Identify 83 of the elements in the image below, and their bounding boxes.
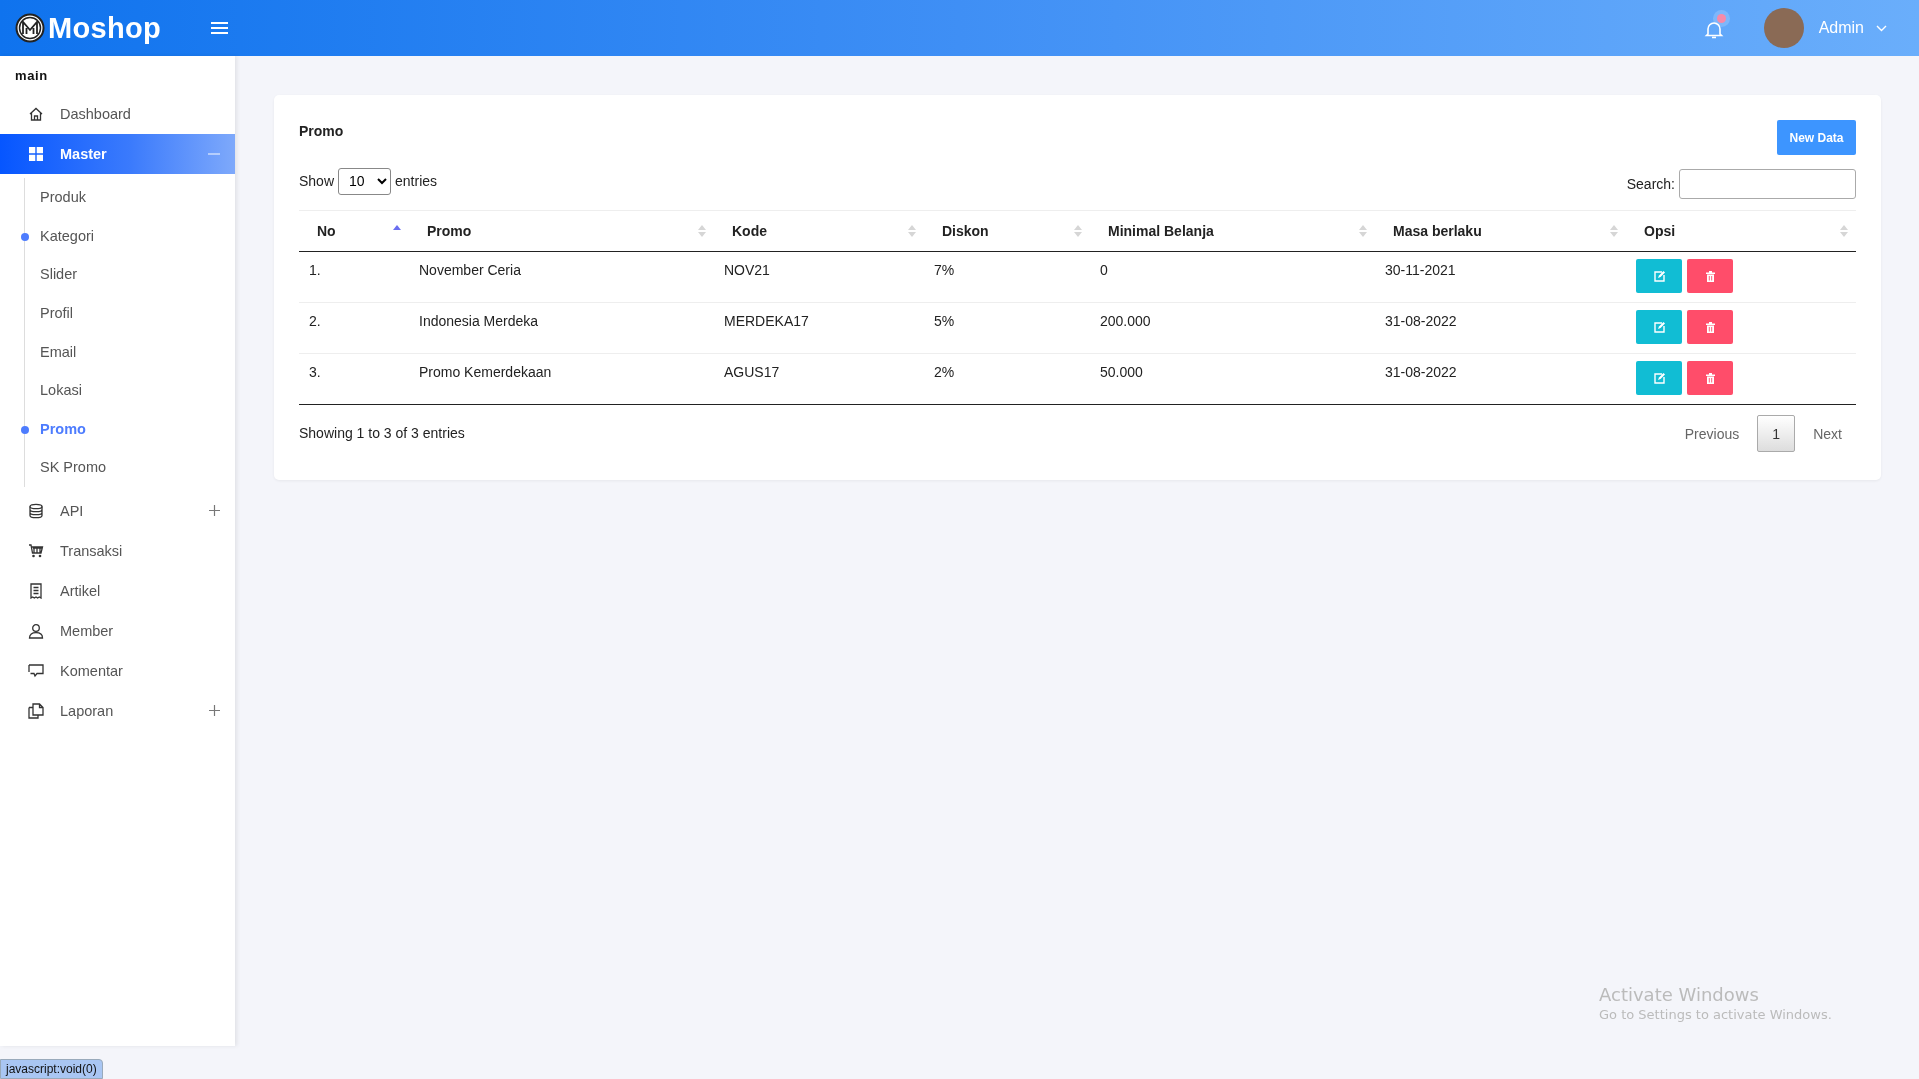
chevron-down-icon[interactable] [1876,24,1887,32]
submenu-item[interactable]: SK Promo [40,459,107,476]
avatar[interactable] [1763,8,1804,48]
column-header[interactable]: No [299,210,409,252]
table-cell: 50.000 [1100,364,1143,380]
submenu-item[interactable]: Produk [40,189,86,206]
logo-icon [15,13,45,43]
column-header[interactable]: Minimal Belanja [1090,210,1375,252]
chat-icon [28,662,44,679]
table-cell: 1. [309,262,321,278]
activation-title: Activate Windows [1599,984,1760,1005]
submenu-item[interactable]: Email [40,343,77,360]
delete-button[interactable] [1687,259,1733,293]
search-label: Search: [1626,176,1675,192]
submenu-item[interactable]: Profil [40,305,74,322]
trash-icon [1705,372,1715,384]
edit-icon [1653,321,1665,333]
expand-icon[interactable] [209,705,220,717]
column-header[interactable]: Opsi [1626,210,1856,252]
trash-icon [1705,270,1715,282]
submenu-item[interactable]: Slider [40,266,78,283]
table-cell: 31-08-2022 [1385,364,1457,380]
menu-icon[interactable] [211,21,228,35]
table-cell: 2. [309,313,321,329]
status-url: javascript:void(0) [6,1062,97,1076]
expand-icon[interactable] [209,505,220,517]
cart-icon [28,542,44,559]
column-header[interactable]: Masa berlaku [1375,210,1626,252]
sidebar-item[interactable]: Member [0,610,235,651]
table-cell: Indonesia Merdeka [419,313,539,329]
sidebar-item[interactable]: Transaksi [0,530,235,571]
edit-icon [1653,270,1665,282]
table-cell: Promo Kemerdekaan [419,364,552,380]
database-icon [28,502,44,519]
submenu-item[interactable]: Promo [40,420,86,437]
search-field[interactable] [1679,169,1856,199]
section-label: main [14,67,49,85]
sidebar-item[interactable]: Artikel [0,570,235,611]
table-cell: November Ceria [419,262,521,278]
sidebar-item[interactable]: API [0,490,235,531]
show-label: Show [299,173,335,189]
table-cell: 200.000 [1100,313,1151,329]
receipt-icon [28,582,44,599]
table-cell: 31-08-2022 [1385,313,1457,329]
delete-button[interactable] [1687,310,1733,344]
edit-button[interactable] [1636,361,1682,395]
card-title: Promo [299,123,344,139]
table-cell: 30-11-2021 [1385,262,1456,278]
grid-icon [28,146,44,162]
edit-button[interactable] [1636,310,1682,344]
edit-button[interactable] [1636,259,1682,293]
table-cell: MERDEKA17 [724,313,809,329]
table-info: Showing 1 to 3 of 3 entries [299,424,465,441]
table-cell: 2% [934,364,955,380]
entries-label: entries [395,173,438,189]
table-cell: 0 [1100,262,1108,278]
sidebar-item[interactable]: Laporan [0,690,235,731]
trash-icon [1705,321,1715,333]
table-cell: AGUS17 [724,364,780,380]
entries-select[interactable]: 10 [338,167,392,195]
sidebar-item[interactable]: Komentar [0,650,235,691]
table-cell: 7% [934,262,955,278]
previous-link[interactable]: Previous [1684,425,1740,442]
activation-message: Go to Settings to activate Windows. [1599,1007,1832,1022]
column-header[interactable]: Diskon [924,210,1090,252]
sidebar-item[interactable]: Master [0,134,235,174]
bell-icon[interactable] [1703,20,1724,40]
submenu-item[interactable]: Lokasi [40,382,82,399]
edit-icon [1653,372,1665,384]
submenu-item[interactable]: Kategori [40,227,94,244]
user-icon [28,622,44,639]
brand-name[interactable]: Moshop [48,11,161,45]
documents-icon [28,702,44,719]
sidebar-item[interactable]: Dashboard [0,94,235,134]
table-cell: 3. [309,364,321,380]
next-link[interactable]: Next [1813,425,1842,442]
column-header[interactable]: Kode [714,210,924,252]
page-button[interactable]: 1 [1757,415,1796,452]
table-cell: 5% [934,313,955,329]
home-icon [28,106,44,122]
column-header[interactable]: Promo [409,210,714,252]
table-cell: NOV21 [724,262,770,278]
delete-button[interactable] [1687,361,1733,395]
